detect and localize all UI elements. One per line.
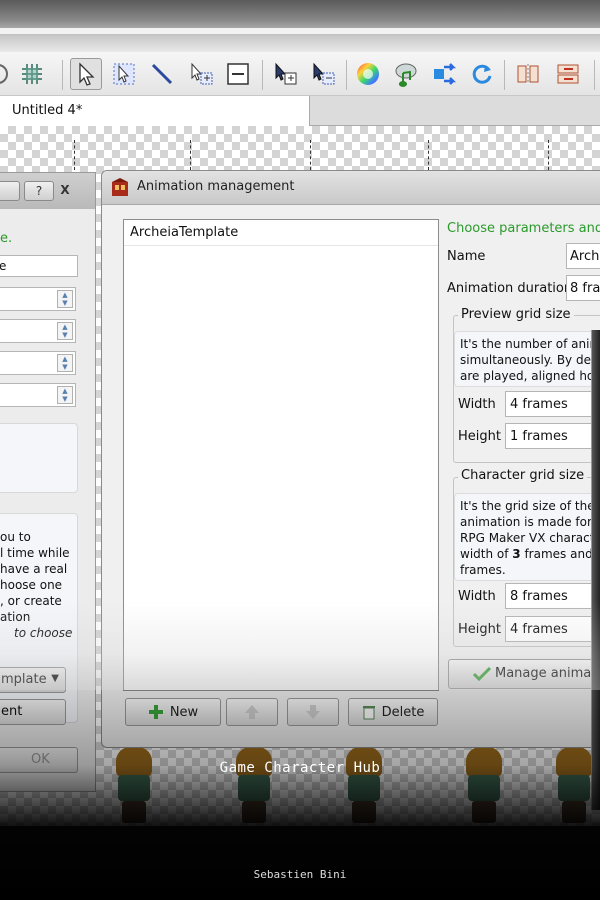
character-sprite — [228, 745, 278, 825]
character-height-label: Height — [458, 622, 501, 637]
add-point-icon[interactable] — [270, 58, 302, 90]
preview-grid-info: It's the number of anim simultaneously. … — [454, 331, 598, 387]
plus-icon — [148, 705, 163, 719]
preview-width-label: Width — [458, 397, 496, 412]
window-button[interactable] — [0, 181, 20, 201]
window-top-strip — [0, 0, 600, 52]
document-tabbar: Untitled 4* — [0, 96, 600, 126]
preview-width-field[interactable]: 4 frames — [505, 391, 599, 417]
dialog-titlebar: Animation management — [102, 171, 600, 205]
left-info-box — [0, 423, 78, 493]
flip-horizontal-icon[interactable] — [512, 58, 544, 90]
window-edge — [591, 330, 600, 810]
left-description-text: ou to l time while have a real hoose one… — [0, 530, 73, 640]
checkmark-icon — [473, 666, 491, 682]
select-arrow-icon[interactable] — [70, 58, 102, 90]
preview-height-field[interactable]: 1 frames — [505, 423, 599, 449]
character-sprite — [108, 745, 158, 825]
audio-icon[interactable] — [390, 58, 422, 90]
move-down-button[interactable] — [287, 698, 339, 726]
select-area-icon[interactable] — [108, 58, 140, 90]
remove-point-icon[interactable] — [308, 58, 340, 90]
manage-animations-button[interactable]: Manage animatio — [448, 659, 600, 689]
left-dialog: ? X e. e ▲ ▼ ▲ ▼ ▲ ▼ ▲ ▼ ou to l time while … — [0, 172, 96, 792]
character-width-field[interactable]: 8 frames — [505, 583, 599, 609]
refresh-icon[interactable] — [466, 58, 498, 90]
grid-icon[interactable] — [16, 58, 48, 90]
partial-tool-icon[interactable] — [0, 58, 14, 90]
animation-list[interactable]: ArcheiaTemplate — [123, 219, 439, 691]
animation-duration-field[interactable]: 8 fram — [566, 275, 600, 301]
color-wheel-icon[interactable] — [352, 58, 384, 90]
character-sprite-strip — [100, 745, 600, 825]
minus-box-icon[interactable] — [222, 58, 254, 90]
grid-divider — [428, 140, 429, 170]
left-dialog-titlebar: ? X — [0, 173, 95, 209]
name-label: Name — [447, 249, 486, 264]
app-icon — [112, 178, 128, 196]
list-item[interactable]: ArcheiaTemplate — [124, 220, 438, 246]
create-button[interactable]: ent — [0, 699, 66, 725]
template-dropdown[interactable]: mplate ▼ — [0, 667, 66, 693]
swap-icon[interactable] — [552, 58, 584, 90]
left-hint-text: e. — [0, 231, 13, 246]
character-width-label: Width — [458, 589, 496, 604]
multi-select-icon[interactable] — [186, 58, 218, 90]
left-spinbox-2[interactable]: ▲ ▼ — [0, 319, 76, 343]
character-grid-info: It's the grid size of the animation is m… — [454, 493, 598, 581]
move-up-button[interactable] — [226, 698, 278, 726]
grid-divider — [190, 140, 191, 170]
grid-divider — [310, 140, 311, 170]
arrow-up-icon — [245, 705, 259, 719]
character-grid-title: Character grid size — [458, 468, 588, 483]
delete-icon — [362, 706, 375, 720]
animation-management-dialog: Animation management ArcheiaTemplate New… — [101, 170, 600, 748]
grid-divider — [74, 140, 75, 170]
line-icon[interactable] — [146, 58, 178, 90]
params-header: Choose parameters and va — [447, 221, 600, 236]
left-spinbox-3[interactable]: ▲ ▼ — [0, 351, 76, 375]
character-height-field[interactable]: 4 frames — [505, 616, 599, 642]
left-name-field[interactable]: e — [0, 255, 78, 277]
grid-divider — [548, 140, 549, 170]
arrow-down-icon — [306, 705, 320, 719]
character-sprite — [338, 745, 388, 825]
toolbar — [0, 52, 600, 96]
caption-title: Game Character Hub — [219, 760, 381, 776]
dialog-title: Animation management — [137, 179, 295, 194]
left-spinbox-1[interactable]: ▲ ▼ — [0, 287, 76, 311]
author-credit: Sebastien Bini — [253, 868, 347, 881]
preview-height-label: Height — [458, 429, 501, 444]
close-button[interactable]: X — [50, 181, 80, 201]
preview-grid-title: Preview grid size — [458, 307, 574, 322]
name-field[interactable]: Arche — [566, 243, 600, 269]
animation-duration-label: Animation duration — [447, 281, 573, 296]
tab-untitled-4[interactable]: Untitled 4* — [0, 96, 310, 126]
move-arrows-icon[interactable] — [428, 58, 460, 90]
delete-button[interactable]: Delete — [348, 698, 438, 726]
character-sprite — [458, 745, 508, 825]
new-button[interactable]: New — [125, 698, 221, 726]
left-spinbox-4[interactable]: ▲ ▼ — [0, 383, 76, 407]
